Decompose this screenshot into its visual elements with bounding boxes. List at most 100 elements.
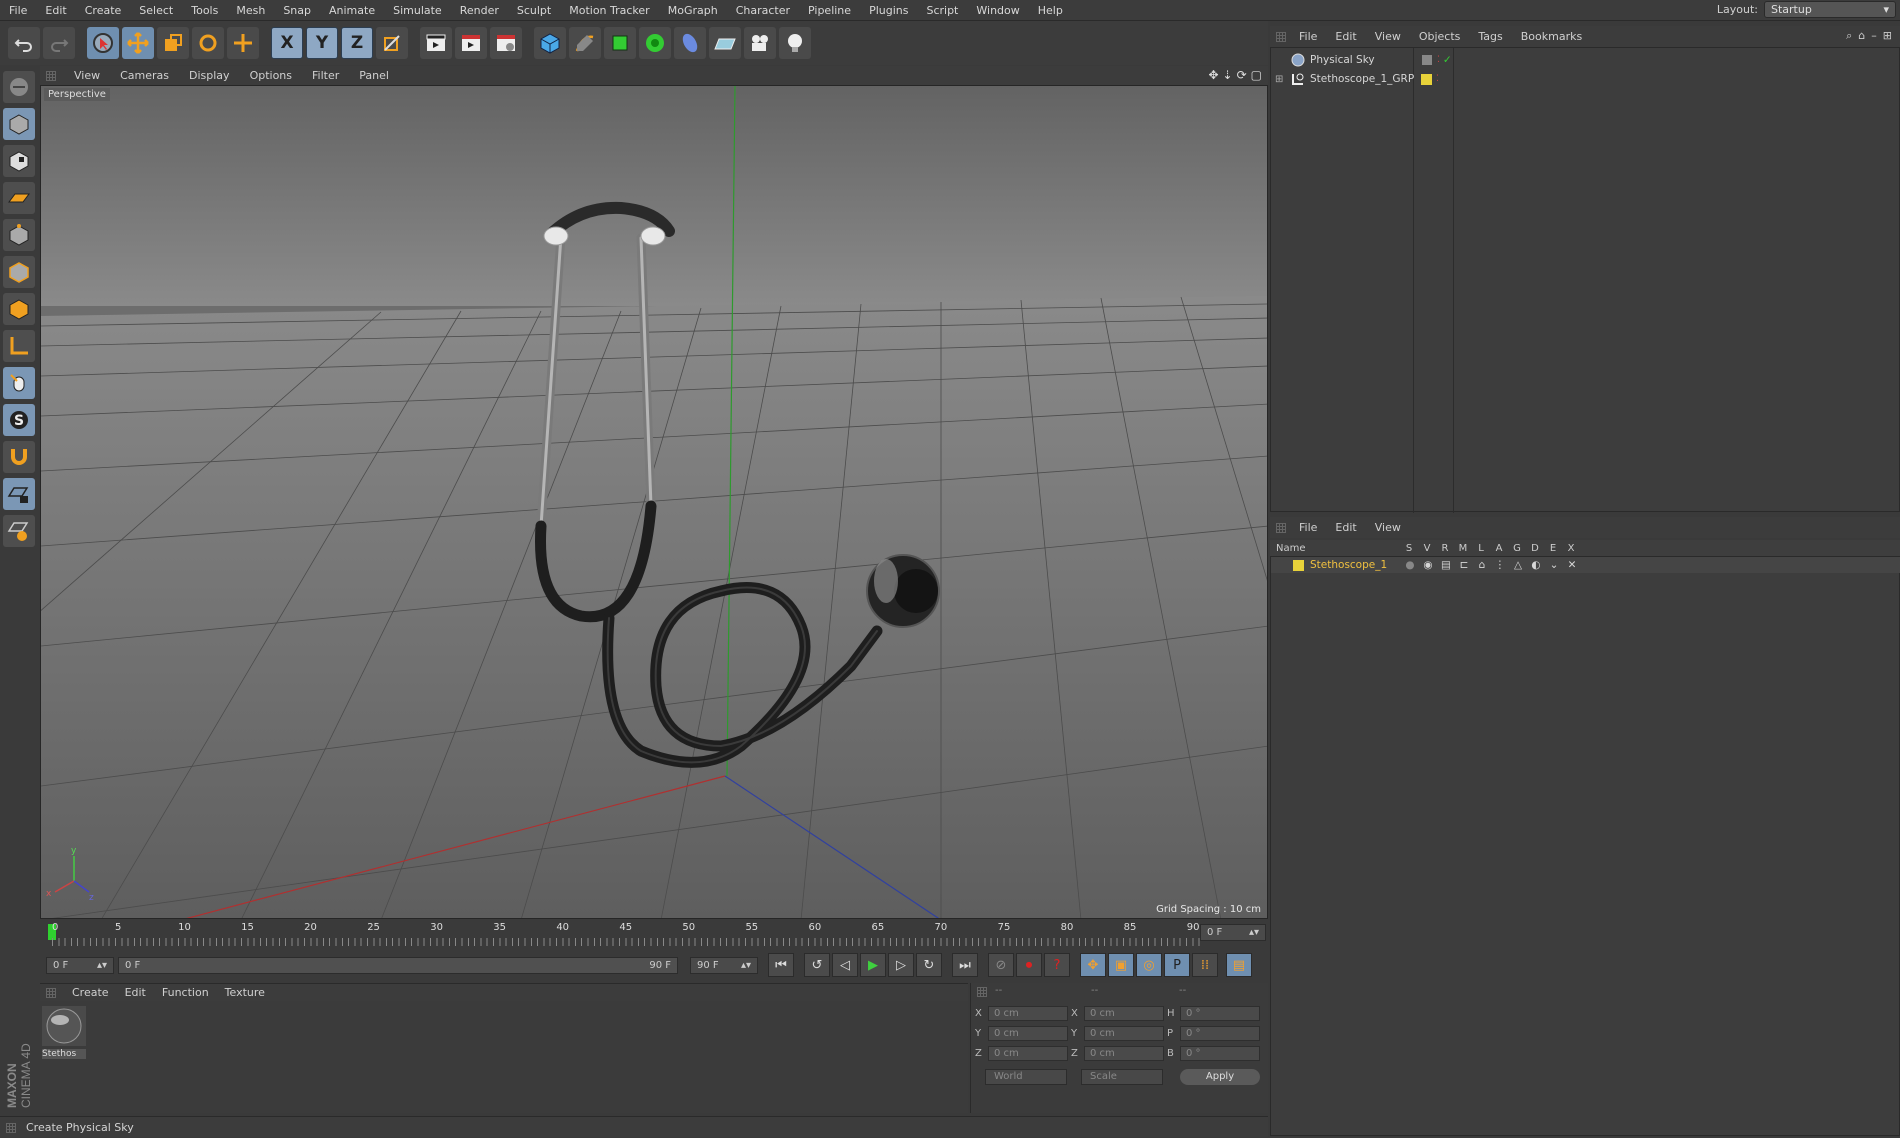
texture-mode-button[interactable] <box>3 145 35 177</box>
visibility-dots-icon[interactable]: ⁚ <box>1436 74 1439 84</box>
menu-mesh[interactable]: Mesh <box>227 4 274 17</box>
z-axis-lock-button[interactable]: Z <box>341 27 373 59</box>
viewport-menu-view[interactable]: View <box>64 69 110 82</box>
add-cube-button[interactable] <box>534 27 566 59</box>
key-pla-button[interactable]: ⁞⁞ <box>1192 953 1218 977</box>
next-key-button[interactable]: ↻ <box>916 953 942 977</box>
planar-workplane-button[interactable] <box>3 515 35 547</box>
column-view[interactable]: V <box>1418 543 1436 554</box>
rotation-h-field[interactable]: 0 ° <box>1180 1005 1260 1021</box>
layer-menu-view[interactable]: View <box>1366 521 1410 534</box>
material-menu-create[interactable]: Create <box>64 986 117 999</box>
edges-mode-button[interactable] <box>3 256 35 288</box>
position-z-field[interactable]: 0 cm <box>988 1045 1068 1061</box>
column-animation[interactable]: A <box>1490 543 1508 554</box>
search-icon[interactable]: ⌕ <box>1846 29 1852 43</box>
animation-icon[interactable]: ⋮ <box>1491 559 1509 571</box>
tweak-mode-button[interactable] <box>3 367 35 399</box>
panel-grip-icon[interactable] <box>1276 32 1286 42</box>
layer-row-stethoscope[interactable]: Stethoscope_1 ● ◉ ▤ ⊏ ⌂ ⋮ △ ◐ ⌄ ✕ <box>1271 557 1900 573</box>
generator-icon[interactable]: △ <box>1509 559 1527 571</box>
column-expressions[interactable]: E <box>1544 543 1562 554</box>
column-xref[interactable]: X <box>1562 543 1580 554</box>
model-mode-button[interactable] <box>3 108 35 140</box>
go-to-start-button[interactable]: ⏮ <box>768 953 794 977</box>
viewport-pan-icon[interactable]: ✥ <box>1208 68 1218 82</box>
minimize-icon[interactable]: – <box>1871 29 1877 43</box>
home-icon[interactable]: ⌂ <box>1858 29 1865 43</box>
layer-menu-file[interactable]: File <box>1290 521 1326 534</box>
key-rotation-button[interactable]: ◎ <box>1136 953 1162 977</box>
viewport-rotate-icon[interactable]: ⟳ <box>1237 68 1247 82</box>
object-menu-objects[interactable]: Objects <box>1410 30 1470 43</box>
render-picture-viewer-button[interactable] <box>455 27 487 59</box>
size-y-field[interactable]: 0 cm <box>1084 1025 1164 1041</box>
viewport-menu-filter[interactable]: Filter <box>302 69 349 82</box>
object-menu-tags[interactable]: Tags <box>1469 30 1511 43</box>
render-settings-button[interactable] <box>490 27 522 59</box>
previous-key-button[interactable]: ↺ <box>804 953 830 977</box>
key-position-button[interactable]: ✥ <box>1080 953 1106 977</box>
column-locked[interactable]: L <box>1472 543 1490 554</box>
size-z-field[interactable]: 0 cm <box>1084 1045 1164 1061</box>
previous-frame-button[interactable]: ◁ <box>832 953 858 977</box>
menu-pipeline[interactable]: Pipeline <box>799 4 860 17</box>
timeline-window-button[interactable]: ▤ <box>1226 953 1252 977</box>
frame-range-slider[interactable]: 0 F 90 F <box>118 957 678 974</box>
scale-tool-button[interactable] <box>157 27 189 59</box>
make-editable-button[interactable] <box>3 71 35 103</box>
timeline-ruler[interactable]: 0 5 10 15 20 25 30 35 40 45 50 55 60 65 70 75 80 85 90 0 F… <box>40 920 1268 948</box>
viewport-zoom-icon[interactable]: ⇣ <box>1223 68 1233 82</box>
magnet-button[interactable] <box>3 441 35 473</box>
add-array-button[interactable] <box>639 27 671 59</box>
layer-menu-edit[interactable]: Edit <box>1326 521 1365 534</box>
viewport-3d[interactable]: y x z Perspective Grid Spacing : 10 cm <box>40 85 1268 919</box>
menu-edit[interactable]: Edit <box>36 4 75 17</box>
workplane-mode-button[interactable] <box>3 182 35 214</box>
menu-simulate[interactable]: Simulate <box>384 4 451 17</box>
object-menu-bookmarks[interactable]: Bookmarks <box>1512 30 1591 43</box>
add-subdivision-button[interactable] <box>604 27 636 59</box>
object-row-physical-sky[interactable]: Physical Sky ⁚ ✓ <box>1271 51 1900 69</box>
play-button[interactable]: ▶ <box>860 953 886 977</box>
object-menu-view[interactable]: View <box>1366 30 1410 43</box>
xref-icon[interactable]: ✕ <box>1563 559 1581 571</box>
panel-grip-icon[interactable] <box>977 987 987 997</box>
menu-tools[interactable]: Tools <box>182 4 227 17</box>
column-name[interactable]: Name <box>1270 543 1400 554</box>
size-x-field[interactable]: 0 cm <box>1084 1005 1164 1021</box>
solo-dot-icon[interactable]: ● <box>1401 559 1419 571</box>
menu-animate[interactable]: Animate <box>320 4 384 17</box>
go-to-end-button[interactable]: ⏭ <box>952 953 978 977</box>
add-spline-button[interactable] <box>569 27 601 59</box>
viewport-menu-display[interactable]: Display <box>179 69 240 82</box>
key-parameter-button[interactable]: P <box>1164 953 1190 977</box>
menu-file[interactable]: File <box>0 4 36 17</box>
rotation-p-field[interactable]: 0 ° <box>1180 1025 1260 1041</box>
viewport-menu-panel[interactable]: Panel <box>349 69 399 82</box>
object-name[interactable]: Stethoscope_1_GRP <box>1310 73 1415 85</box>
snapping-button[interactable]: S <box>3 404 35 436</box>
position-x-field[interactable]: 0 cm <box>988 1005 1068 1021</box>
apply-button[interactable]: Apply <box>1180 1069 1260 1085</box>
expression-icon[interactable]: ⌄ <box>1545 559 1563 571</box>
live-selection-button[interactable] <box>87 27 119 59</box>
viewport-menu-options[interactable]: Options <box>240 69 302 82</box>
next-frame-button[interactable]: ▷ <box>888 953 914 977</box>
coordinate-system-button[interactable] <box>376 27 408 59</box>
object-name[interactable]: Physical Sky <box>1310 54 1415 66</box>
polygons-mode-button[interactable] <box>3 293 35 325</box>
menu-create[interactable]: Create <box>76 4 131 17</box>
eye-icon[interactable]: ◉ <box>1419 559 1437 571</box>
coordinate-space-dropdown[interactable]: World <box>985 1069 1067 1085</box>
menu-sculpt[interactable]: Sculpt <box>508 4 560 17</box>
menu-plugins[interactable]: Plugins <box>860 4 917 17</box>
add-deformer-button[interactable] <box>674 27 706 59</box>
move-tool-button[interactable] <box>122 27 154 59</box>
object-menu-file[interactable]: File <box>1290 30 1326 43</box>
manager-icon[interactable]: ⊏ <box>1455 559 1473 571</box>
layout-dropdown[interactable]: Startup ▾ <box>1764 1 1896 18</box>
object-menu-edit[interactable]: Edit <box>1326 30 1365 43</box>
visibility-dots-icon[interactable]: ⁚ <box>1437 55 1440 65</box>
enable-axis-button[interactable] <box>3 330 35 362</box>
